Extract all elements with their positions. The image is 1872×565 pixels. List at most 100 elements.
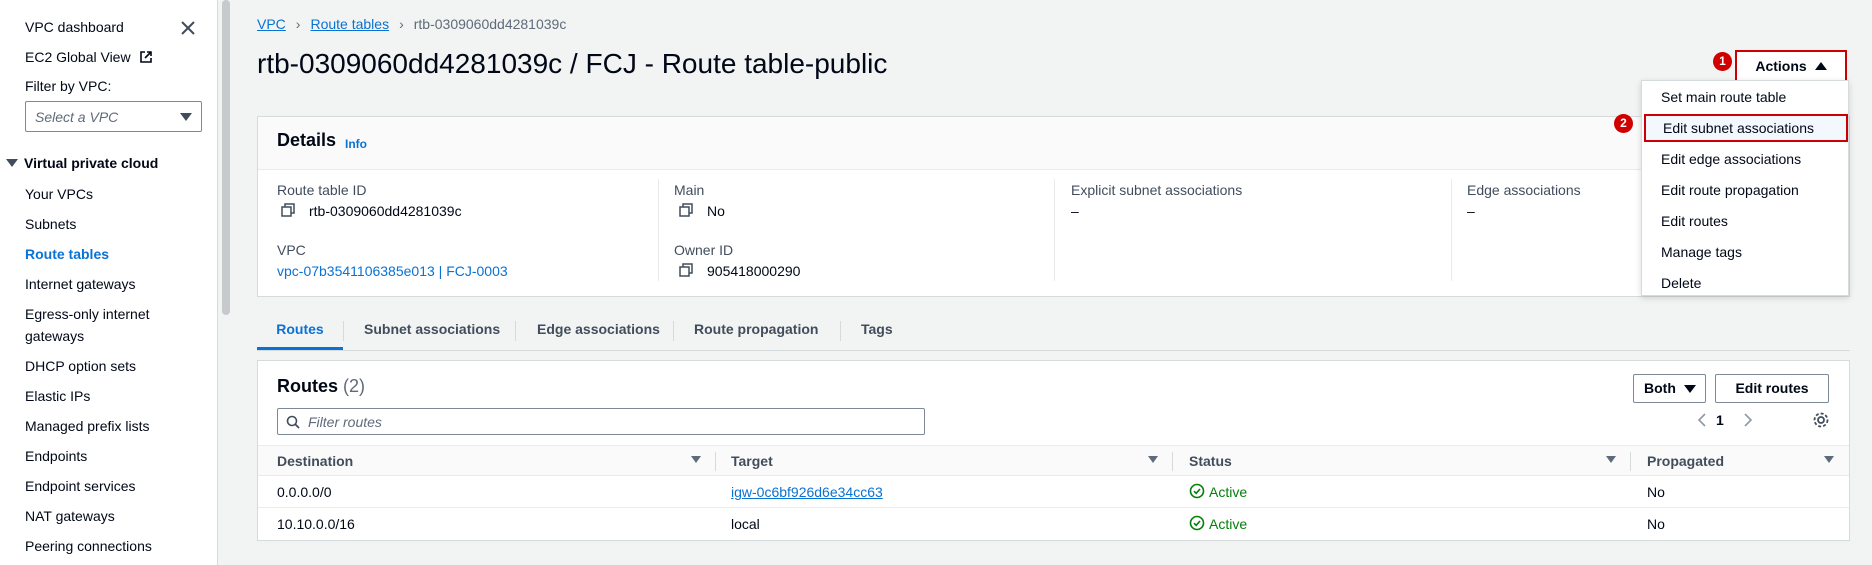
- menu-item-delete[interactable]: Delete: [1642, 269, 1848, 297]
- edit-routes-button[interactable]: Edit routes: [1715, 374, 1829, 403]
- row-destination: 0.0.0.0/0: [277, 484, 332, 500]
- row-propagated: No: [1647, 516, 1665, 532]
- actions-label: Actions: [1755, 58, 1807, 74]
- sidebar-item-your-vpcs[interactable]: Your VPCs: [25, 186, 93, 202]
- sort-icon[interactable]: [1606, 456, 1616, 463]
- main-value: No: [707, 203, 725, 219]
- tab-route-propagation[interactable]: Route propagation: [694, 313, 818, 350]
- row-target-link[interactable]: igw-0c6bf926d6e34cc63: [731, 484, 883, 500]
- sidebar-ec2-global-view[interactable]: EC2 Global View: [25, 49, 153, 65]
- breadcrumb-route-tables[interactable]: Route tables: [310, 16, 389, 32]
- row-status-text: Active: [1209, 516, 1248, 532]
- tab-bar: Routes Subnet associations Edge associat…: [257, 313, 1850, 351]
- chevron-right-icon[interactable]: [1742, 413, 1754, 427]
- row-destination: 10.10.0.0/16: [277, 516, 355, 532]
- pagination: 1: [1697, 412, 1753, 428]
- sidebar-item-elastic-ips[interactable]: Elastic IPs: [25, 388, 90, 404]
- sidebar-item-egress-only[interactable]: Egress-only internet: [25, 306, 150, 322]
- sidebar-item-dhcp-option-sets[interactable]: DHCP option sets: [25, 358, 136, 374]
- breadcrumb: VPC › Route tables › rtb-0309060dd428103…: [257, 16, 566, 32]
- routes-title: Routes (2): [277, 376, 365, 397]
- sidebar-item-egress-only-line2[interactable]: gateways: [25, 328, 84, 344]
- sidebar-item-nat-gateways[interactable]: NAT gateways: [25, 508, 115, 524]
- sort-icon[interactable]: [691, 456, 701, 463]
- row-status-text: Active: [1209, 484, 1248, 500]
- sidebar-item-managed-prefix-lists[interactable]: Managed prefix lists: [25, 418, 150, 434]
- sidebar: VPC dashboard EC2 Global View Filter by …: [0, 0, 218, 565]
- row-target: local: [731, 516, 760, 532]
- sidebar-item-internet-gateways[interactable]: Internet gateways: [25, 276, 136, 292]
- sort-icon[interactable]: [1148, 456, 1158, 463]
- page-title: rtb-0309060dd4281039c / FCJ - Route tabl…: [257, 48, 888, 79]
- table-row: 10.10.0.0/16 local Active No: [258, 508, 1849, 540]
- menu-item-edit-edge-associations[interactable]: Edit edge associations: [1642, 145, 1848, 173]
- breadcrumb-current: rtb-0309060dd4281039c: [413, 16, 567, 32]
- copy-icon[interactable]: [281, 203, 295, 217]
- route-filter-select[interactable]: Both: [1633, 374, 1706, 403]
- actions-menu: Set main route table Edit subnet associa…: [1641, 80, 1849, 296]
- filter-routes-field[interactable]: [277, 408, 925, 435]
- sort-icon[interactable]: [1824, 456, 1834, 463]
- sidebar-vpc-dashboard[interactable]: VPC dashboard: [25, 19, 124, 35]
- tab-edge-associations[interactable]: Edge associations: [537, 313, 660, 350]
- menu-item-edit-subnet-associations[interactable]: Edit subnet associations: [1644, 114, 1848, 142]
- check-circle-icon: [1189, 515, 1205, 531]
- table-row: 0.0.0.0/0 igw-0c6bf926d6e34cc63 Active N…: [258, 476, 1849, 508]
- close-icon[interactable]: [178, 18, 198, 38]
- column-header-destination[interactable]: Destination: [277, 453, 353, 469]
- tab-routes[interactable]: Routes: [257, 313, 343, 350]
- vpc-link[interactable]: vpc-07b3541106385e013 | FCJ-0003: [277, 263, 508, 279]
- owner-id-label: Owner ID: [674, 242, 734, 258]
- breadcrumb-vpc[interactable]: VPC: [257, 16, 286, 32]
- column-header-status[interactable]: Status: [1189, 453, 1232, 469]
- main-label: Main: [674, 182, 705, 198]
- owner-id-value: 905418000290: [707, 263, 801, 279]
- external-link-icon: [140, 51, 153, 63]
- menu-item-set-main-route-table[interactable]: Set main route table: [1642, 83, 1848, 111]
- gear-icon[interactable]: [1812, 411, 1830, 429]
- row-status: Active: [1189, 515, 1248, 532]
- menu-item-edit-route-propagation[interactable]: Edit route propagation: [1642, 176, 1848, 204]
- explicit-subnet-associations-value: –: [1071, 203, 1079, 219]
- sidebar-scrollbar[interactable]: [222, 0, 230, 315]
- vpc-filter-select[interactable]: Select a VPC: [25, 101, 202, 132]
- details-header: Details Info: [258, 117, 1849, 170]
- sidebar-item-endpoints[interactable]: Endpoints: [25, 448, 87, 464]
- tab-subnet-associations[interactable]: Subnet associations: [364, 313, 500, 350]
- tab-divider: [673, 321, 674, 341]
- tab-tags[interactable]: Tags: [861, 313, 893, 350]
- column-header-propagated[interactable]: Propagated: [1647, 453, 1724, 469]
- filter-by-vpc-label: Filter by VPC:: [25, 78, 112, 94]
- sidebar-item-endpoint-services[interactable]: Endpoint services: [25, 478, 136, 494]
- chevron-down-icon: [180, 113, 192, 121]
- explicit-subnet-associations-label: Explicit subnet associations: [1071, 182, 1243, 198]
- column-divider[interactable]: [1172, 452, 1173, 471]
- menu-item-manage-tags[interactable]: Manage tags: [1642, 238, 1848, 266]
- page-number[interactable]: 1: [1716, 412, 1724, 428]
- edge-associations-value: –: [1467, 203, 1475, 219]
- step-badge-1: 1: [1713, 52, 1732, 71]
- chevron-right-icon: ›: [399, 16, 404, 32]
- menu-item-edit-routes[interactable]: Edit routes: [1642, 207, 1848, 235]
- route-table-id-value: rtb-0309060dd4281039c: [309, 203, 462, 219]
- filter-routes-input[interactable]: [308, 412, 908, 432]
- routes-title-text: Routes: [277, 376, 339, 396]
- column-header-target[interactable]: Target: [731, 453, 773, 469]
- chevron-left-icon[interactable]: [1696, 413, 1708, 427]
- sidebar-section-virtual-private-cloud[interactable]: Virtual private cloud: [6, 155, 158, 171]
- routes-panel: Routes (2) Both Edit routes 1 Destinatio…: [257, 360, 1850, 541]
- routes-count: (2): [343, 376, 366, 396]
- sidebar-item-peering-connections[interactable]: Peering connections: [25, 538, 152, 554]
- column-divider[interactable]: [1630, 452, 1631, 471]
- sidebar-item-route-tables[interactable]: Route tables: [25, 246, 109, 262]
- info-link[interactable]: Info: [345, 137, 367, 151]
- column-divider[interactable]: [715, 452, 716, 471]
- actions-button[interactable]: Actions: [1735, 50, 1847, 82]
- copy-icon[interactable]: [679, 263, 693, 277]
- caret-down-icon: [6, 159, 18, 167]
- chevron-down-icon: [1684, 385, 1696, 393]
- copy-icon[interactable]: [679, 203, 693, 217]
- sidebar-item-subnets[interactable]: Subnets: [25, 216, 76, 232]
- step-badge-2: 2: [1614, 114, 1633, 133]
- route-table-id-label: Route table ID: [277, 182, 367, 198]
